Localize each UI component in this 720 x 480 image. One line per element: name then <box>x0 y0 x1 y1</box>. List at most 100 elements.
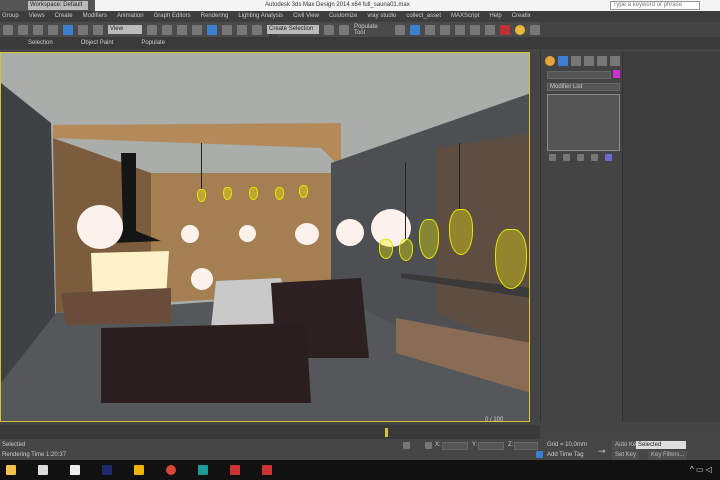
curve-editor-icon[interactable] <box>425 24 436 35</box>
menu-lighting-analysis[interactable]: Lighting Analysis <box>238 11 283 22</box>
reference-coord-dropdown[interactable]: View <box>108 25 142 34</box>
add-time-tag[interactable]: Add Time Tag <box>547 452 584 458</box>
tab-selection[interactable]: Selection <box>28 37 53 49</box>
cage-light <box>449 209 473 255</box>
select-icon[interactable] <box>3 24 13 35</box>
manipulate-icon[interactable] <box>161 24 172 35</box>
display-tab-icon[interactable] <box>597 56 607 66</box>
angle-snap-icon[interactable] <box>206 24 217 35</box>
menu-help[interactable]: Help <box>489 11 501 22</box>
menu-views[interactable]: Views <box>29 11 45 22</box>
keyboard-shortcut-icon[interactable] <box>176 24 187 35</box>
pendant-globe-light <box>336 219 364 246</box>
layer-manager-icon[interactable] <box>395 24 406 35</box>
app-b-icon[interactable] <box>262 465 272 475</box>
command-panel-tabs <box>545 56 620 66</box>
x-coordinate-field[interactable] <box>442 442 468 450</box>
pin-stack-icon[interactable] <box>549 154 556 161</box>
3ds-max-icon[interactable] <box>198 465 208 475</box>
object-color-swatch[interactable] <box>613 70 620 78</box>
set-key-button[interactable]: Set Key <box>612 451 640 460</box>
key-mode-dropdown[interactable]: Selected <box>636 441 686 449</box>
store-icon[interactable] <box>38 465 48 475</box>
z-coordinate-field[interactable] <box>514 442 538 450</box>
region-select-icon[interactable] <box>33 24 43 35</box>
mirror-icon[interactable] <box>323 24 334 35</box>
utilities-tab-icon[interactable] <box>610 56 620 66</box>
menu-maxscript[interactable]: MAXScript <box>451 11 479 22</box>
environment-icon[interactable] <box>515 24 526 35</box>
align-icon[interactable] <box>338 24 349 35</box>
ribbon-tabs: Selection Object Paint Populate <box>0 37 720 49</box>
workspace-dropdown[interactable]: Workspace: Default <box>28 1 88 10</box>
perspective-viewport[interactable] <box>0 52 530 422</box>
snap-icon[interactable] <box>191 24 202 35</box>
time-slider-handle[interactable] <box>385 428 388 437</box>
modifier-stack[interactable] <box>547 94 620 151</box>
select-by-name-icon[interactable] <box>18 24 28 35</box>
menu-animation[interactable]: Animation <box>117 11 144 22</box>
modifier-list-dropdown[interactable]: Modifier List <box>547 83 620 91</box>
file-explorer-icon[interactable] <box>6 465 16 475</box>
material-editor-icon[interactable] <box>455 24 466 35</box>
percent-snap-icon[interactable] <box>221 24 232 35</box>
key-filters-button[interactable]: Key Filters... <box>648 451 688 460</box>
key-icon[interactable]: ⊸ <box>598 446 606 457</box>
tab-object-paint[interactable]: Object Paint <box>81 37 114 49</box>
configure-modifier-sets-icon[interactable] <box>605 154 612 161</box>
rendered-frame-icon[interactable] <box>485 24 496 35</box>
menu-modifiers[interactable]: Modifiers <box>83 11 107 22</box>
time-slider[interactable]: 0 / 100 <box>0 417 540 439</box>
cage-light <box>249 187 258 200</box>
menu-creatix[interactable]: Creatix <box>512 11 531 22</box>
menu-graph-editors[interactable]: Graph Editors <box>154 11 191 22</box>
scene-explorer-icon[interactable] <box>410 24 421 35</box>
menu-customize[interactable]: Customize <box>329 11 357 22</box>
show-end-result-icon[interactable] <box>563 154 570 161</box>
pivot-icon[interactable] <box>146 24 157 35</box>
pendant-globe-light <box>181 225 199 243</box>
make-unique-icon[interactable] <box>577 154 584 161</box>
rotate-icon[interactable] <box>78 24 88 35</box>
edit-named-selection-icon[interactable] <box>251 24 262 35</box>
light-cord <box>459 143 460 209</box>
chrome-icon[interactable] <box>166 465 176 475</box>
search-input[interactable]: Type a keyword or phrase <box>610 1 700 10</box>
time-tag-icon[interactable] <box>536 451 543 458</box>
spinner-snap-icon[interactable] <box>236 24 247 35</box>
rollout-panel <box>622 52 720 422</box>
status-bar: Selected Rendering Time 1:20:37 X: Y: Z:… <box>0 439 720 460</box>
object-name-field[interactable] <box>547 71 611 79</box>
app-m-icon[interactable] <box>134 465 144 475</box>
hierarchy-tab-icon[interactable] <box>571 56 581 66</box>
menu-rendering[interactable]: Rendering <box>201 11 229 22</box>
y-coordinate-field[interactable] <box>478 442 504 450</box>
cage-light <box>299 185 308 198</box>
schematic-view-icon[interactable] <box>440 24 451 35</box>
remove-modifier-icon[interactable] <box>591 154 598 161</box>
menu-vray-studio[interactable]: vray studio <box>367 11 396 22</box>
create-tab-icon[interactable] <box>545 56 555 66</box>
move-icon[interactable] <box>63 24 73 35</box>
absolute-mode-icon[interactable] <box>425 442 432 449</box>
render-icon[interactable] <box>500 24 511 35</box>
photoshop-icon[interactable] <box>102 465 112 475</box>
menu-civil-view[interactable]: Civil View <box>293 11 319 22</box>
lock-selection-icon[interactable] <box>403 442 410 449</box>
menu-group[interactable]: Group <box>2 11 19 22</box>
tab-populate[interactable]: Populate <box>141 37 165 49</box>
menu-collect-asset[interactable]: collect_asset <box>406 11 441 22</box>
scale-icon[interactable] <box>93 24 103 35</box>
menu-bar: Group Views Create Modifiers Animation G… <box>0 11 720 22</box>
app-a-icon[interactable] <box>230 465 240 475</box>
motion-tab-icon[interactable] <box>584 56 594 66</box>
named-selection-set[interactable]: Create Selection Set <box>266 25 319 41</box>
calculator-icon[interactable] <box>70 465 80 475</box>
render-setup-icon[interactable] <box>470 24 481 35</box>
render-production-icon[interactable] <box>530 24 541 35</box>
modify-tab-icon[interactable] <box>558 56 568 66</box>
pendant-globe-light <box>295 223 319 245</box>
system-tray-icons[interactable]: ^ ▭ ◁ <box>690 465 712 474</box>
menu-create[interactable]: Create <box>55 11 73 22</box>
window-crossing-icon[interactable] <box>48 24 58 35</box>
